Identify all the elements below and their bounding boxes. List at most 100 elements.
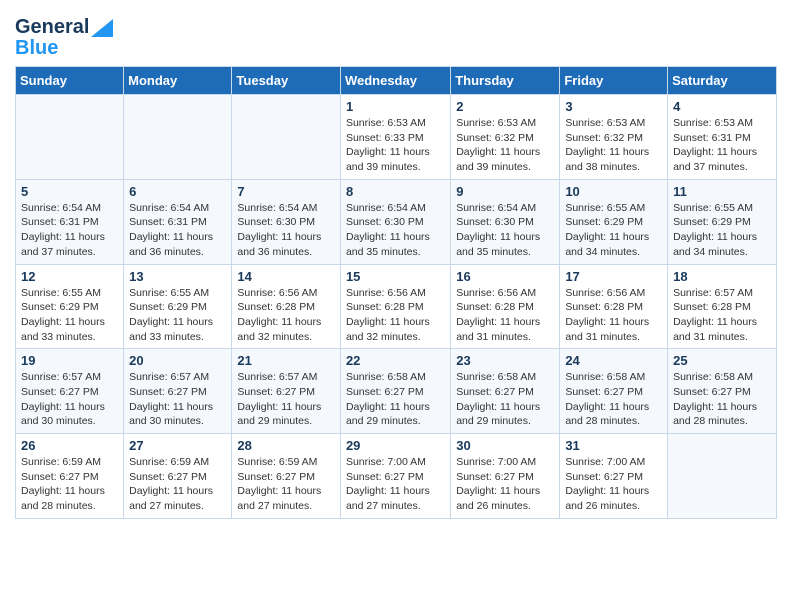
calendar-cell: 20 Sunrise: 6:57 AMSunset: 6:27 PMDayligh… — [124, 349, 232, 434]
calendar-cell: 23Sunrise: 6:58 AMSunset: 6:27 PMDayligh… — [451, 349, 560, 434]
calendar-cell: 24 Sunrise: 6:58 AMSunset: 6:27 PMDayligh… — [560, 349, 668, 434]
calendar-cell: 29 Sunrise: 7:00 AMSunset: 6:27 PMDayligh… — [340, 434, 450, 519]
calendar: SundayMondayTuesdayWednesdayThursdayFrid… — [15, 66, 777, 519]
day-number: 13 — [129, 269, 226, 284]
calendar-cell — [232, 95, 341, 180]
weekday-header-sunday: Sunday — [16, 67, 124, 95]
logo-blue: Blue — [15, 37, 58, 60]
day-number: 3 — [565, 99, 662, 114]
calendar-cell: 14 Sunrise: 6:56 AMSunset: 6:28 PMDayligh… — [232, 264, 341, 349]
day-info: Sunrise: 6:53 AMSunset: 6:32 PMDaylight:… — [565, 116, 662, 175]
calendar-week-3: 12 Sunrise: 6:55 AMSunset: 6:29 PMDayligh… — [16, 264, 777, 349]
logo-icon — [91, 19, 113, 37]
day-info: Sunrise: 6:55 AMSunset: 6:29 PMDaylight:… — [129, 286, 226, 345]
header: General Blue — [15, 10, 777, 60]
day-number: 19 — [21, 353, 118, 368]
day-info: Sunrise: 6:56 AMSunset: 6:28 PMDaylight:… — [456, 286, 554, 345]
calendar-cell: 8 Sunrise: 6:54 AMSunset: 6:30 PMDaylight… — [340, 179, 450, 264]
day-info: Sunrise: 6:58 AMSunset: 6:27 PMDaylight:… — [565, 370, 662, 429]
weekday-header-saturday: Saturday — [668, 67, 777, 95]
calendar-cell: 21Sunrise: 6:57 AMSunset: 6:27 PMDayligh… — [232, 349, 341, 434]
calendar-cell: 16Sunrise: 6:56 AMSunset: 6:28 PMDayligh… — [451, 264, 560, 349]
logo-general: General — [15, 16, 89, 39]
calendar-cell: 10Sunrise: 6:55 AMSunset: 6:29 PMDayligh… — [560, 179, 668, 264]
day-number: 28 — [237, 438, 335, 453]
day-info: Sunrise: 6:53 AMSunset: 6:31 PMDaylight:… — [673, 116, 771, 175]
day-info: Sunrise: 6:54 AMSunset: 6:30 PMDaylight:… — [237, 201, 335, 260]
calendar-cell: 30 Sunrise: 7:00 AMSunset: 6:27 PMDayligh… — [451, 434, 560, 519]
calendar-cell: 27Sunrise: 6:59 AMSunset: 6:27 PMDayligh… — [124, 434, 232, 519]
calendar-cell: 12 Sunrise: 6:55 AMSunset: 6:29 PMDayligh… — [16, 264, 124, 349]
logo: General Blue — [15, 10, 113, 60]
weekday-header-wednesday: Wednesday — [340, 67, 450, 95]
weekday-header-friday: Friday — [560, 67, 668, 95]
day-info: Sunrise: 6:57 AMSunset: 6:27 PMDaylight:… — [129, 370, 226, 429]
day-number: 11 — [673, 184, 771, 199]
day-info: Sunrise: 6:55 AMSunset: 6:29 PMDaylight:… — [673, 201, 771, 260]
day-info: Sunrise: 6:54 AMSunset: 6:30 PMDaylight:… — [456, 201, 554, 260]
day-number: 8 — [346, 184, 445, 199]
day-number: 23 — [456, 353, 554, 368]
weekday-header-tuesday: Tuesday — [232, 67, 341, 95]
calendar-cell: 19 Sunrise: 6:57 AMSunset: 6:27 PMDayligh… — [16, 349, 124, 434]
day-number: 31 — [565, 438, 662, 453]
day-info: Sunrise: 6:54 AMSunset: 6:30 PMDaylight:… — [346, 201, 445, 260]
day-number: 24 — [565, 353, 662, 368]
day-number: 12 — [21, 269, 118, 284]
calendar-week-4: 19 Sunrise: 6:57 AMSunset: 6:27 PMDayligh… — [16, 349, 777, 434]
day-info: Sunrise: 7:00 AMSunset: 6:27 PMDaylight:… — [565, 455, 662, 514]
day-number: 25 — [673, 353, 771, 368]
calendar-cell: 5Sunrise: 6:54 AMSunset: 6:31 PMDaylight… — [16, 179, 124, 264]
day-info: Sunrise: 6:55 AMSunset: 6:29 PMDaylight:… — [21, 286, 118, 345]
day-number: 17 — [565, 269, 662, 284]
calendar-cell — [668, 434, 777, 519]
weekday-header-monday: Monday — [124, 67, 232, 95]
calendar-cell: 28Sunrise: 6:59 AMSunset: 6:27 PMDayligh… — [232, 434, 341, 519]
calendar-cell: 4Sunrise: 6:53 AMSunset: 6:31 PMDaylight… — [668, 95, 777, 180]
calendar-cell: 2 Sunrise: 6:53 AMSunset: 6:32 PMDaylight… — [451, 95, 560, 180]
calendar-cell: 3 Sunrise: 6:53 AMSunset: 6:32 PMDaylight… — [560, 95, 668, 180]
day-number: 14 — [237, 269, 335, 284]
day-number: 27 — [129, 438, 226, 453]
day-info: Sunrise: 6:57 AMSunset: 6:27 PMDaylight:… — [21, 370, 118, 429]
day-number: 5 — [21, 184, 118, 199]
day-info: Sunrise: 6:53 AMSunset: 6:32 PMDaylight:… — [456, 116, 554, 175]
day-info: Sunrise: 6:57 AMSunset: 6:28 PMDaylight:… — [673, 286, 771, 345]
day-number: 18 — [673, 269, 771, 284]
calendar-cell: 18 Sunrise: 6:57 AMSunset: 6:28 PMDayligh… — [668, 264, 777, 349]
calendar-cell: 15Sunrise: 6:56 AMSunset: 6:28 PMDayligh… — [340, 264, 450, 349]
calendar-cell: 22 Sunrise: 6:58 AMSunset: 6:27 PMDayligh… — [340, 349, 450, 434]
calendar-cell: 25 Sunrise: 6:58 AMSunset: 6:27 PMDayligh… — [668, 349, 777, 434]
day-info: Sunrise: 6:54 AMSunset: 6:31 PMDaylight:… — [129, 201, 226, 260]
weekday-header-row: SundayMondayTuesdayWednesdayThursdayFrid… — [16, 67, 777, 95]
weekday-header-thursday: Thursday — [451, 67, 560, 95]
calendar-cell: 7Sunrise: 6:54 AMSunset: 6:30 PMDaylight… — [232, 179, 341, 264]
day-number: 30 — [456, 438, 554, 453]
day-number: 22 — [346, 353, 445, 368]
calendar-cell: 9 Sunrise: 6:54 AMSunset: 6:30 PMDaylight… — [451, 179, 560, 264]
day-info: Sunrise: 7:00 AMSunset: 6:27 PMDaylight:… — [346, 455, 445, 514]
day-number: 9 — [456, 184, 554, 199]
day-info: Sunrise: 6:58 AMSunset: 6:27 PMDaylight:… — [346, 370, 445, 429]
day-number: 20 — [129, 353, 226, 368]
day-number: 29 — [346, 438, 445, 453]
calendar-week-5: 26 Sunrise: 6:59 AMSunset: 6:27 PMDayligh… — [16, 434, 777, 519]
day-number: 1 — [346, 99, 445, 114]
day-info: Sunrise: 6:58 AMSunset: 6:27 PMDaylight:… — [673, 370, 771, 429]
day-number: 15 — [346, 269, 445, 284]
calendar-week-1: 1 Sunrise: 6:53 AMSunset: 6:33 PMDaylight… — [16, 95, 777, 180]
day-number: 2 — [456, 99, 554, 114]
day-info: Sunrise: 6:56 AMSunset: 6:28 PMDaylight:… — [565, 286, 662, 345]
day-number: 6 — [129, 184, 226, 199]
day-info: Sunrise: 7:00 AMSunset: 6:27 PMDaylight:… — [456, 455, 554, 514]
day-info: Sunrise: 6:56 AMSunset: 6:28 PMDaylight:… — [237, 286, 335, 345]
calendar-cell — [16, 95, 124, 180]
day-info: Sunrise: 6:59 AMSunset: 6:27 PMDaylight:… — [21, 455, 118, 514]
day-number: 26 — [21, 438, 118, 453]
page-container: General Blue SundayMondayTuesdayWednesda… — [0, 0, 792, 534]
day-info: Sunrise: 6:53 AMSunset: 6:33 PMDaylight:… — [346, 116, 445, 175]
calendar-cell — [124, 95, 232, 180]
calendar-cell: 26 Sunrise: 6:59 AMSunset: 6:27 PMDayligh… — [16, 434, 124, 519]
calendar-week-2: 5 Sunrise: 6:54 AMSunset: 6:31 PMDaylight… — [16, 179, 777, 264]
day-number: 10 — [565, 184, 662, 199]
